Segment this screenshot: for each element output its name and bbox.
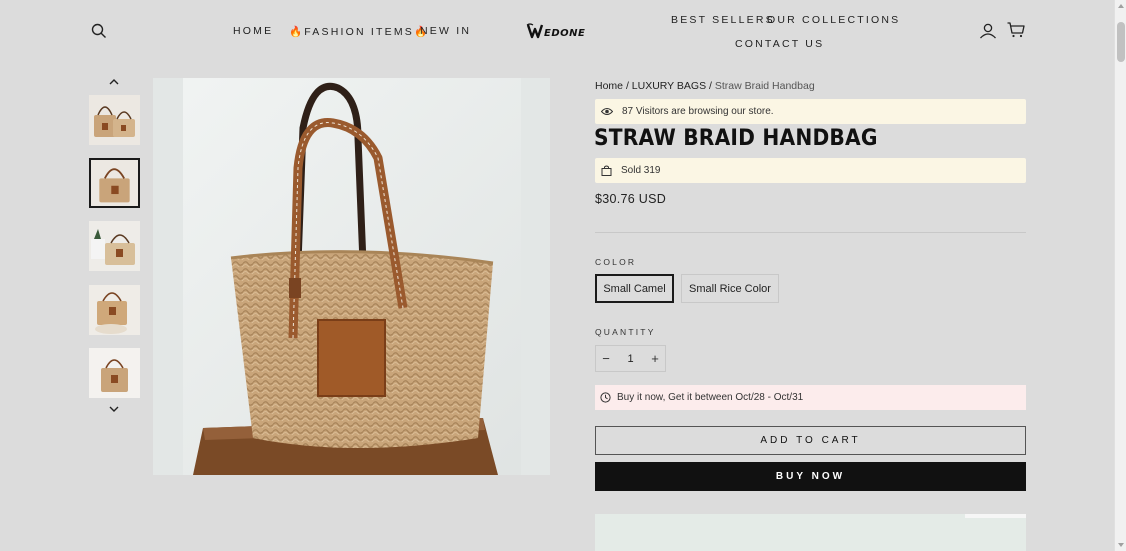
buy-now-button[interactable]: BUY NOW [595, 462, 1026, 491]
nav-fashion-items[interactable]: 🔥FASHION ITEMS🔥 [289, 25, 429, 38]
quantity-increase-button[interactable]: + [645, 346, 665, 371]
breadcrumb-separator: / [625, 80, 629, 92]
scrollbar-thumb[interactable] [1117, 22, 1125, 62]
quantity-label: QUANTITY [595, 327, 656, 337]
search-icon[interactable] [91, 23, 107, 39]
nav-contact-us[interactable]: CONTACT US [735, 38, 824, 50]
color-option-small-camel[interactable]: Small Camel [595, 274, 674, 303]
breadcrumb-luxury-bags[interactable]: LUXURY BAGS [632, 80, 706, 92]
cart-icon[interactable] [1007, 22, 1025, 38]
color-option-small-rice-color[interactable]: Small Rice Color [681, 274, 779, 303]
product-description-image [595, 514, 1026, 551]
clock-icon [600, 392, 611, 403]
chevron-up-icon[interactable] [108, 78, 120, 86]
thumbnail-4[interactable] [89, 285, 140, 335]
brand-logo[interactable]: EDONE [526, 22, 590, 40]
svg-text:EDONE: EDONE [544, 28, 585, 39]
quantity-stepper: − 1 + [595, 345, 666, 372]
eye-icon [601, 108, 613, 115]
delivery-text: Buy it now, Get it between Oct/28 - Oct/… [617, 392, 804, 403]
sold-count: Sold 319 [621, 165, 661, 176]
breadcrumb-current: Straw Braid Handbag [714, 80, 815, 92]
visitors-notice: 87 Visitors are browsing our store. [595, 99, 1026, 124]
nav-home[interactable]: HOME [233, 25, 273, 37]
product-title: STRAW BRAID HANDBAG [594, 126, 878, 151]
scroll-up-arrow[interactable] [1118, 4, 1124, 8]
nav-new-in[interactable]: NEW IN [420, 25, 471, 37]
breadcrumb: Home / LUXURY BAGS / Straw Braid Handbag [595, 80, 815, 92]
visitors-text: 87 Visitors are browsing our store. [622, 106, 774, 117]
breadcrumb-separator: / [709, 80, 712, 92]
thumbnail-3[interactable] [89, 221, 140, 271]
bag-icon [601, 165, 612, 176]
quantity-decrease-button[interactable]: − [596, 346, 616, 371]
thumbnail-2-selected[interactable] [89, 158, 140, 208]
chevron-down-icon[interactable] [108, 405, 120, 413]
scroll-down-arrow[interactable] [1118, 543, 1124, 547]
divider [595, 232, 1026, 233]
quantity-input[interactable]: 1 [616, 353, 645, 365]
page-scrollbar[interactable] [1114, 0, 1126, 551]
sold-notice: Sold 319 [595, 158, 1026, 183]
nav-best-sellers[interactable]: BEST SELLERS [671, 14, 775, 26]
breadcrumb-home[interactable]: Home [595, 80, 623, 92]
site-header: HOME 🔥FASHION ITEMS🔥 NEW IN EDONE BEST S… [0, 0, 1114, 62]
product-price: $30.76 USD [595, 192, 667, 206]
main-product-image[interactable] [153, 78, 550, 475]
thumbnail-5[interactable] [89, 348, 140, 398]
user-icon[interactable] [979, 22, 997, 40]
add-to-cart-button[interactable]: ADD TO CART [595, 426, 1026, 455]
nav-our-collections[interactable]: OUR COLLECTIONS [767, 14, 900, 26]
color-label: COLOR [595, 257, 637, 267]
delivery-estimate: Buy it now, Get it between Oct/28 - Oct/… [595, 385, 1026, 410]
thumbnail-1[interactable] [89, 95, 140, 145]
